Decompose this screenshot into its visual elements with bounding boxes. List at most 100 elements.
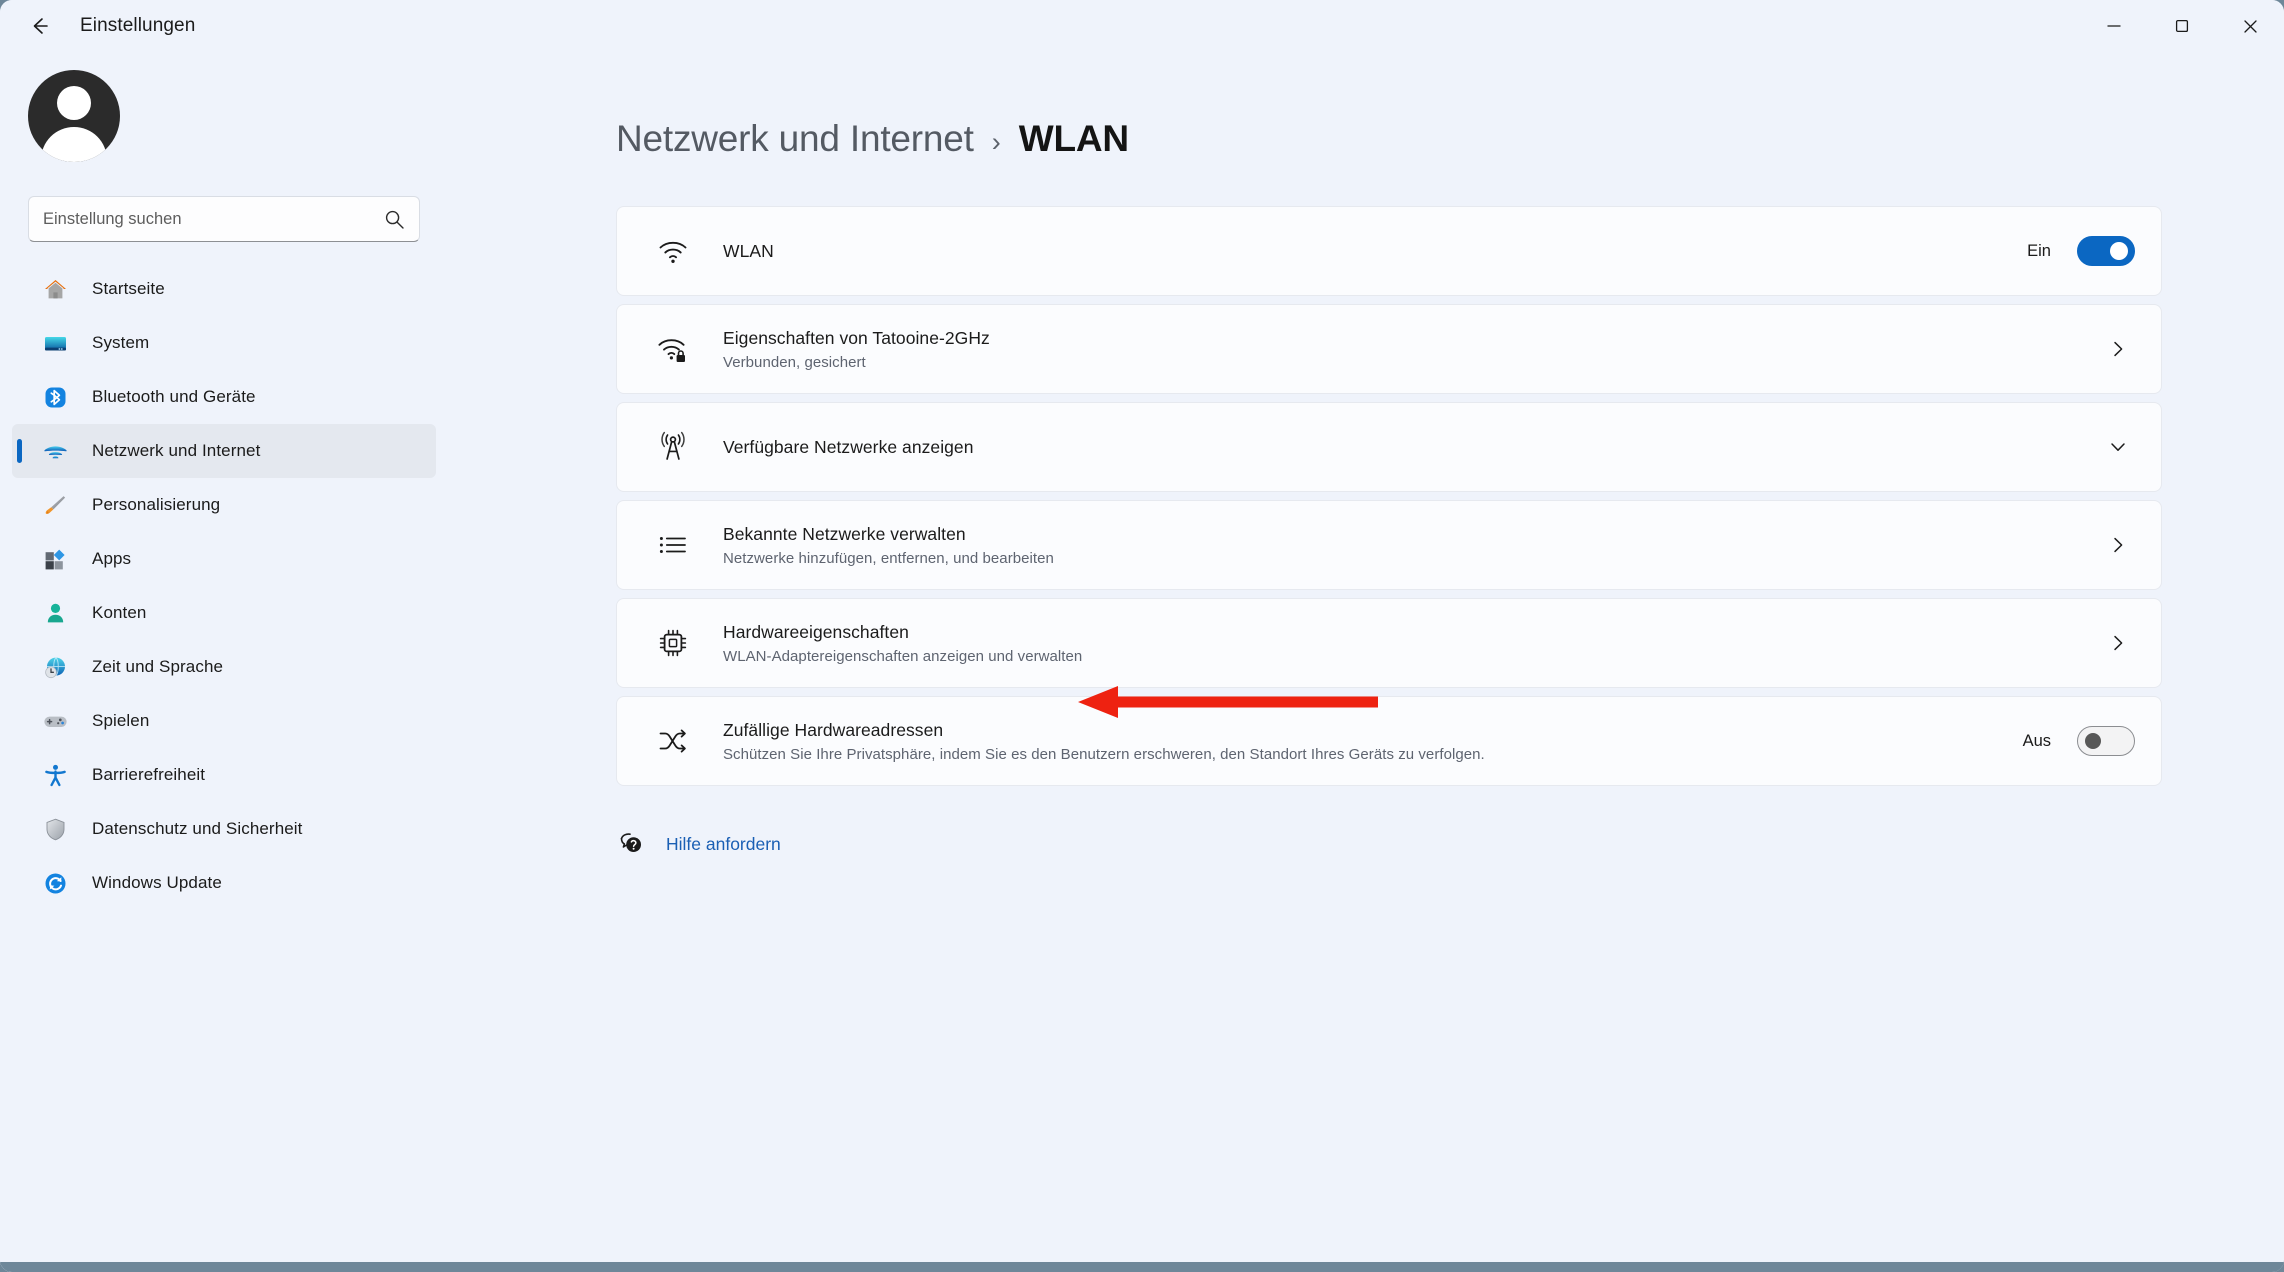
shuffle-icon [653,724,693,758]
sidebar-nav: Startseite System Bluetooth und Geräte N… [0,262,448,910]
sidebar-item-label: Konten [92,603,147,622]
minimize-icon [2107,25,2121,27]
sidebar-item-personalisierung[interactable]: Personalisierung [12,478,436,532]
list-icon [653,528,693,562]
sidebar-item-label: Startseite [92,279,165,298]
window-bottom-edge [0,1262,2284,1272]
search-icon[interactable] [384,209,405,230]
wifi-icon [40,436,70,466]
setting-row-random-hardware-addresses[interactable]: Zufällige Hardwareadressen Schützen Sie … [616,696,2162,786]
wlan-toggle[interactable] [2077,236,2135,266]
sidebar-item-konten[interactable]: Konten [12,586,436,640]
monitor-icon [40,328,70,358]
sidebar-item-label: Personalisierung [92,495,221,514]
broadcast-tower-icon [653,430,693,464]
setting-title: Hardwareeigenschaften [723,621,909,642]
minimize-button[interactable] [2080,0,2148,52]
chevron-right-icon[interactable] [2101,634,2135,652]
sidebar-item-label: Zeit und Sprache [92,657,224,676]
toggle-knob [2085,733,2101,749]
back-button[interactable] [16,3,62,49]
shield-icon [40,814,70,844]
setting-row-wlan[interactable]: WLAN Ein [616,206,2162,296]
random-hardware-addresses-toggle[interactable] [2077,726,2135,756]
breadcrumb-parent[interactable]: Netzwerk und Internet [616,118,974,160]
help-link[interactable]: Hilfe anfordern [666,834,781,855]
setting-row-manage-known-networks[interactable]: Bekannte Netzwerke verwalten Netzwerke h… [616,500,2162,590]
close-button[interactable] [2216,0,2284,52]
setting-control [2101,438,2135,456]
sidebar-item-label: System [92,333,150,352]
setting-text: Eigenschaften von Tatooine-2GHz Verbunde… [723,328,2081,371]
chevron-right-icon[interactable] [2101,536,2135,554]
sidebar-item-label: Netzwerk und Internet [92,441,261,460]
sidebar-item-label: Barrierefreiheit [92,765,206,784]
sidebar-item-datenschutz-und-sicherheit[interactable]: Datenschutz und Sicherheit [12,802,436,856]
setting-title: Verfügbare Netzwerke anzeigen [723,436,974,457]
toggle-state-label: Ein [2027,241,2051,260]
settings-window: Einstellungen Einstellung suchen Startse… [0,0,2284,1272]
gamepad-icon [40,706,70,736]
setting-text: WLAN [723,241,2007,262]
avatar-shoulders [41,127,107,162]
setting-text: Verfügbare Netzwerke anzeigen [723,437,2081,458]
paintbrush-icon [40,490,70,520]
wifi-icon [653,234,693,268]
sidebar-item-windows-update[interactable]: Windows Update [12,856,436,910]
wifi-lock-icon [653,332,693,366]
main-content: Netzwerk und Internet › WLAN WLAN Ein Ei… [448,52,2284,1272]
avatar-head [57,86,91,120]
setting-control [2101,340,2135,358]
accessibility-icon [40,760,70,790]
chevron-down-icon[interactable] [2101,438,2135,456]
setting-control: Aus [2023,726,2135,756]
home-icon [40,274,70,304]
sidebar-item-label: Windows Update [92,873,222,892]
setting-row-hardware-properties[interactable]: Hardwareeigenschaften WLAN-Adaptereigens… [616,598,2162,688]
sidebar-item-label: Spielen [92,711,150,730]
sidebar-item-spielen[interactable]: Spielen [12,694,436,748]
page-title: WLAN [1018,118,1129,159]
sidebar-item-label: Bluetooth und Geräte [92,387,256,406]
setting-title: WLAN [723,240,774,261]
back-arrow-icon [33,18,48,34]
chip-icon [653,626,693,660]
setting-row-network-properties[interactable]: Eigenschaften von Tatooine-2GHz Verbunde… [616,304,2162,394]
sidebar-item-apps[interactable]: Apps [12,532,436,586]
setting-subtitle: Schützen Sie Ihre Privatsphäre, indem Si… [723,745,1485,763]
sidebar-item-label: Datenschutz und Sicherheit [92,819,303,838]
chevron-right-icon[interactable] [2101,340,2135,358]
setting-text: Bekannte Netzwerke verwalten Netzwerke h… [723,524,2081,567]
help-question-icon [616,828,648,860]
title-bar: Einstellungen [0,0,2284,52]
sidebar-item-netzwerk-und-internet[interactable]: Netzwerk und Internet [12,424,436,478]
search-box[interactable] [28,196,420,242]
close-icon [2243,19,2257,33]
setting-text: Hardwareeigenschaften WLAN-Adaptereigens… [723,622,2081,665]
setting-control: Ein [2027,236,2135,266]
globe-clock-icon [40,652,70,682]
setting-control [2101,536,2135,554]
setting-text: Zufällige Hardwareadressen Schützen Sie … [723,720,2003,763]
breadcrumb: Netzwerk und Internet › WLAN [616,118,2284,160]
setting-subtitle: Netzwerke hinzufügen, entfernen, und bea… [723,549,1054,567]
search-input[interactable] [43,209,384,229]
sidebar-item-system[interactable]: System [12,316,436,370]
window-controls [2080,0,2284,52]
bluetooth-icon [40,382,70,412]
sidebar-item-barrierefreiheit[interactable]: Barrierefreiheit [12,748,436,802]
update-icon [40,868,70,898]
sidebar-item-bluetooth-und-geraete[interactable]: Bluetooth und Geräte [12,370,436,424]
setting-row-show-available-networks[interactable]: Verfügbare Netzwerke anzeigen [616,402,2162,492]
setting-title: Eigenschaften von Tatooine-2GHz [723,327,990,348]
sidebar-item-zeit-und-sprache[interactable]: Zeit und Sprache [12,640,436,694]
setting-title: Zufällige Hardwareadressen [723,719,944,740]
avatar[interactable] [28,70,120,162]
person-icon [40,598,70,628]
sidebar-item-label: Apps [92,549,132,568]
sidebar: Startseite Syste [0,52,448,1272]
window-body: Startseite Syste [0,52,2284,1272]
sidebar-item-startseite[interactable]: Startseite [12,262,436,316]
maximize-button[interactable] [2148,0,2216,52]
apps-icon [40,544,70,574]
